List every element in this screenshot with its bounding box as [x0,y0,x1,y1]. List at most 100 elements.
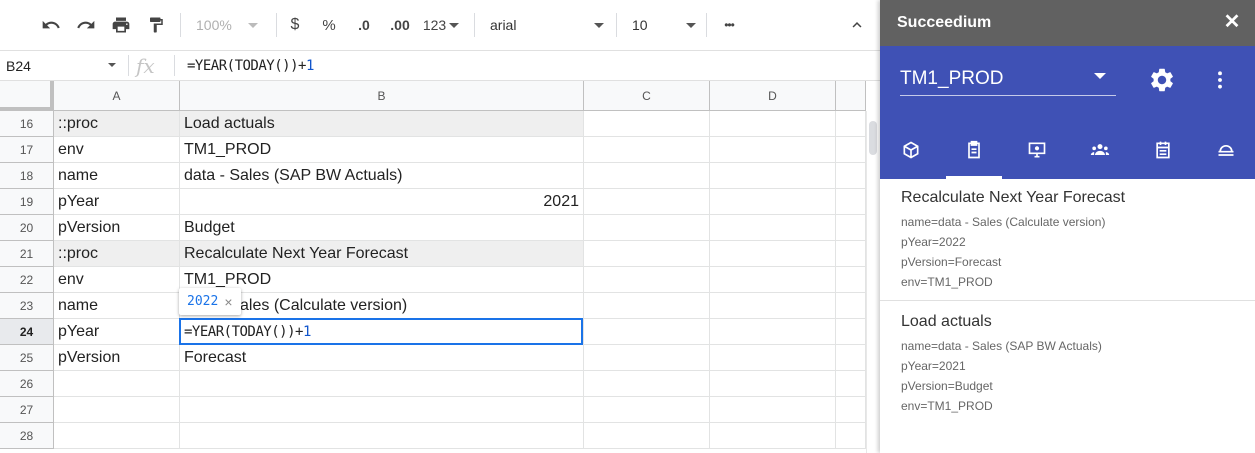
tab-monitor[interactable] [1006,120,1068,179]
scrollbar-thumb[interactable] [869,121,877,155]
paint-format-button[interactable] [141,10,171,40]
grid-cell[interactable]: Budget [180,215,584,241]
column-header-b[interactable]: B [180,81,584,111]
environment-select[interactable]: TM1_PROD [900,66,1116,96]
grid-cell[interactable]: Load actuals [180,111,584,137]
column-header-c[interactable]: C [584,81,710,111]
grid-cell[interactable] [836,397,866,423]
more-button[interactable]: ••• [716,10,742,40]
grid-cell[interactable]: data - Sales (Calculate version) [180,293,584,319]
row-header[interactable]: 24 [0,319,54,345]
grid-cell[interactable] [836,111,866,137]
grid-cell[interactable]: ::proc [54,241,180,267]
font-select[interactable]: arial [490,10,604,40]
grid-cell[interactable] [836,319,866,345]
recent-process-card[interactable]: Load actuals name=data - Sales (SAP BW A… [880,303,1255,425]
grid-cell[interactable] [836,267,866,293]
decrease-decimals-button[interactable]: .0 [351,10,377,40]
grid-cell[interactable]: env [54,137,180,163]
grid-cell[interactable] [710,111,836,137]
row-header[interactable]: 19 [0,189,54,215]
grid-cell[interactable] [584,163,710,189]
grid-cell[interactable] [584,111,710,137]
grid-cell[interactable] [836,371,866,397]
row-header[interactable]: 27 [0,397,54,423]
grid-cell[interactable] [54,423,180,449]
grid-cell[interactable] [710,345,836,371]
grid-cell[interactable] [584,215,710,241]
grid-cell[interactable] [584,319,710,345]
tab-cloud[interactable] [1195,120,1255,179]
grid-cell[interactable] [710,293,836,319]
settings-button[interactable] [1148,66,1176,99]
grid-cell[interactable] [710,319,836,345]
name-box[interactable]: B24 [0,51,128,80]
collapse-toolbar-button[interactable] [844,10,870,40]
row-header[interactable]: 28 [0,423,54,449]
grid-cell[interactable] [54,397,180,423]
row-header[interactable]: 26 [0,371,54,397]
grid-cell[interactable] [836,137,866,163]
grid-cell[interactable]: name [54,293,180,319]
select-all-corner[interactable] [0,81,54,111]
row-header[interactable]: 25 [0,345,54,371]
grid-cell[interactable] [710,423,836,449]
grid-cell[interactable]: name [54,163,180,189]
grid-cell[interactable] [836,163,866,189]
grid-cell[interactable]: TM1_PROD [180,137,584,163]
close-panel-button[interactable]: ✕ [1223,12,1241,32]
row-header[interactable]: 21 [0,241,54,267]
undo-button[interactable] [36,10,66,40]
grid-cell[interactable]: pYear [54,319,180,345]
grid-cell[interactable] [710,397,836,423]
grid-cell[interactable]: pYear [54,189,180,215]
grid-cell[interactable] [836,241,866,267]
font-size-select[interactable]: 10 [632,10,696,40]
number-format-select[interactable]: 123 [420,10,462,40]
formula-input[interactable]: =YEAR(TODAY())+1 [187,58,314,74]
grid-cell[interactable] [180,371,584,397]
tab-clipboard[interactable] [943,120,1005,179]
grid-cell[interactable] [836,189,866,215]
row-header[interactable]: 17 [0,137,54,163]
column-header-e[interactable] [836,81,866,111]
recent-process-card[interactable]: Recalculate Next Year Forecast name=data… [880,179,1255,301]
grid-cell[interactable]: Forecast [180,345,584,371]
grid-cell[interactable]: TM1_PROD [180,267,584,293]
grid-cell[interactable]: Recalculate Next Year Forecast [180,241,584,267]
redo-button[interactable] [71,10,101,40]
zoom-select[interactable]: 100% [196,10,268,40]
percent-format-button[interactable]: % [318,10,340,40]
grid-cell[interactable] [710,241,836,267]
grid-cell[interactable] [180,423,584,449]
more-options-button[interactable] [1210,68,1230,97]
row-header[interactable]: 23 [0,293,54,319]
grid-cell[interactable] [836,423,866,449]
tab-cube[interactable] [880,120,942,179]
print-button[interactable] [106,10,136,40]
grid-cell[interactable] [584,345,710,371]
grid-cell[interactable] [584,137,710,163]
grid-cell[interactable] [584,423,710,449]
grid-cell[interactable] [710,267,836,293]
grid-cell[interactable] [836,293,866,319]
currency-format-button[interactable]: $ [284,10,306,40]
grid-cell[interactable] [584,397,710,423]
active-cell-editor[interactable]: =YEAR(TODAY())+ 1 [179,318,583,345]
grid-cell[interactable] [710,371,836,397]
grid-cell[interactable] [584,189,710,215]
grid-cell[interactable]: pVersion [54,215,180,241]
increase-decimals-button[interactable]: .00 [385,10,415,40]
grid-cell[interactable]: 2021 [180,189,584,215]
grid-cell[interactable]: data - Sales (SAP BW Actuals) [180,163,584,189]
grid-cell[interactable] [710,189,836,215]
row-header[interactable]: 18 [0,163,54,189]
grid-cell[interactable] [584,241,710,267]
grid-cell[interactable] [836,345,866,371]
grid-cell[interactable] [836,215,866,241]
grid-cell[interactable] [54,371,180,397]
row-header[interactable]: 20 [0,215,54,241]
vertical-scrollbar[interactable] [866,111,880,453]
row-header[interactable]: 22 [0,267,54,293]
grid-cell[interactable] [180,397,584,423]
